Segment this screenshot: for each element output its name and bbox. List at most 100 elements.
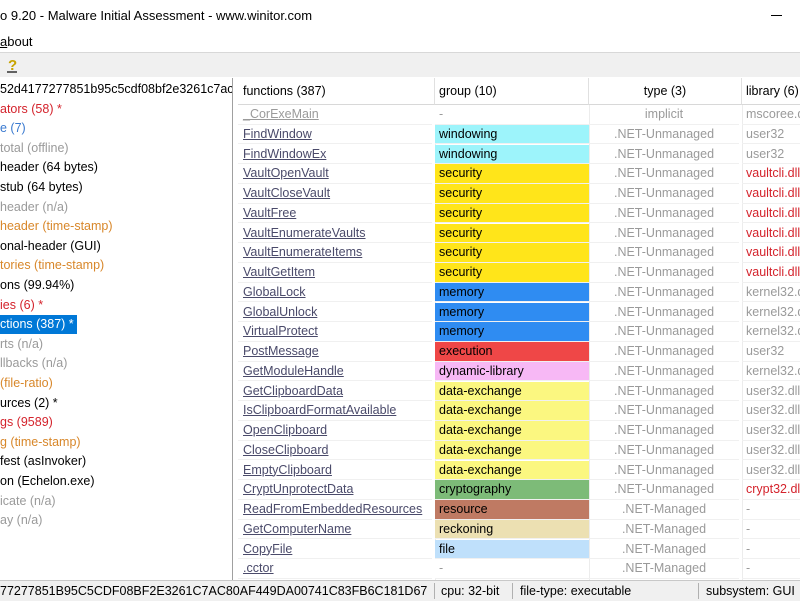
tree-item[interactable]: ctions (387) *: [0, 315, 77, 335]
tree-item[interactable]: on (Echelon.exe): [0, 472, 95, 491]
table-row[interactable]: CopyFile file .NET-Managed -: [238, 539, 800, 560]
function-cell: CopyFile: [238, 540, 432, 560]
table-row[interactable]: FindWindowEx windowing .NET-Unmanaged user3…: [238, 144, 800, 165]
tree-item[interactable]: header (64 bytes): [0, 158, 98, 177]
function-link[interactable]: VaultOpenVault: [243, 166, 329, 180]
function-link[interactable]: CloseClipboard: [243, 443, 328, 457]
tree-item[interactable]: icate (n/a): [0, 492, 56, 511]
table-row[interactable]: _CorExeMain -implicitmscoree.dll: [238, 105, 800, 125]
function-link[interactable]: OpenClipboard: [243, 423, 327, 437]
table-row[interactable]: GetModuleHandle dynamic-library .NET-Unman…: [238, 361, 800, 382]
tree-item[interactable]: llbacks (n/a): [0, 354, 67, 373]
group-cell: reckoning: [435, 519, 589, 540]
tree-item[interactable]: ons (99.94%): [0, 276, 74, 295]
tree-item[interactable]: tories (time-stamp): [0, 256, 104, 275]
function-link[interactable]: FindWindow: [243, 127, 312, 141]
status-cpu: cpu: 32-bit: [441, 584, 500, 598]
tree-item[interactable]: onal-header (GUI): [0, 237, 101, 256]
tree-item[interactable]: e (7): [0, 119, 26, 138]
group-cell: -: [435, 559, 589, 579]
table-row[interactable]: VaultOpenVault security .NET-Unmanaged vaul…: [238, 164, 800, 184]
function-link[interactable]: ReadFromEmbeddedResources: [243, 502, 422, 516]
table-row[interactable]: VaultEnumerateVaults security .NET-Unmanag…: [238, 223, 800, 244]
function-link[interactable]: FindWindowEx: [243, 147, 326, 161]
tree-item[interactable]: gs (9589): [0, 413, 53, 432]
window-title: o 9.20 - Malware Initial Assessment - ww…: [0, 8, 313, 23]
column-header-type[interactable]: type (3): [589, 78, 742, 105]
library-cell: kernel32.dll: [742, 283, 800, 303]
menu-about[interactable]: about: [0, 34, 33, 49]
type-cell: .NET-Unmanaged: [589, 204, 739, 224]
help-bulb-icon[interactable]: ?: [4, 56, 22, 74]
group-cell: dynamic-library: [435, 361, 589, 382]
table-row[interactable]: VaultFree security .NET-Unmanaged vaultcli.…: [238, 203, 800, 224]
library-cell: vaultcli.dll: [742, 164, 800, 184]
column-header-library[interactable]: library (6): [742, 78, 800, 105]
tree-item[interactable]: total (offline): [0, 139, 69, 158]
function-link[interactable]: .cctor: [243, 561, 274, 575]
function-link[interactable]: GetModuleHandle: [243, 364, 344, 378]
function-link[interactable]: EmptyClipboard: [243, 463, 332, 477]
tree-item[interactable]: ay (n/a): [0, 511, 42, 530]
group-cell: -: [435, 105, 589, 125]
function-link[interactable]: GlobalLock: [243, 285, 306, 299]
function-link[interactable]: VaultEnumerateItems: [243, 245, 362, 259]
function-link[interactable]: GetComputerName: [243, 522, 351, 536]
function-link[interactable]: VaultGetItem: [243, 265, 315, 279]
table-row[interactable]: VaultCloseVault security .NET-Unmanaged vau…: [238, 184, 800, 204]
column-header-group[interactable]: group (10): [435, 78, 589, 105]
library-cell: kernel32.dll: [742, 322, 800, 342]
function-link[interactable]: VirtualProtect: [243, 324, 318, 338]
function-link[interactable]: CopyFile: [243, 542, 292, 556]
table-row[interactable]: .cctor - .NET-Managed -: [238, 559, 800, 579]
function-link[interactable]: CryptUnprotectData: [243, 482, 353, 496]
function-link[interactable]: PostMessage: [243, 344, 319, 358]
table-row[interactable]: GlobalLock memory.NET-Unmanagedkernel32.d…: [238, 282, 800, 303]
type-cell: .NET-Managed: [589, 540, 739, 560]
function-link[interactable]: GetClipboardData: [243, 384, 343, 398]
tree-item[interactable]: rts (n/a): [0, 335, 43, 354]
function-cell: GlobalUnlock: [238, 303, 432, 323]
tree-item[interactable]: 52d4177277851b95c5cdf08bf2e3261c7ac8: [0, 80, 232, 99]
tree-item[interactable]: ators (58) *: [0, 100, 62, 119]
tree-item[interactable]: ies (6) *: [0, 296, 43, 315]
function-link[interactable]: VaultEnumerateVaults: [243, 226, 366, 240]
table-row[interactable]: VaultGetItem security .NET-Unmanaged vaultc…: [238, 263, 800, 283]
table-row[interactable]: GlobalUnlock memory .NET-Unmanaged kernel32…: [238, 302, 800, 323]
tree-item[interactable]: fest (asInvoker): [0, 452, 86, 471]
function-link[interactable]: VaultFree: [243, 206, 296, 220]
library-cell: crypt32.dll: [742, 480, 800, 500]
minimize-icon[interactable]: [768, 6, 784, 22]
type-cell: .NET-Unmanaged: [589, 401, 739, 421]
column-header-functions[interactable]: functions (387): [238, 78, 435, 105]
function-link[interactable]: IsClipboardFormatAvailable: [243, 403, 396, 417]
table-row[interactable]: PostMessage execution .NET-Unmanaged user32: [238, 342, 800, 362]
function-link[interactable]: VaultCloseVault: [243, 186, 330, 200]
tree-item[interactable]: header (time-stamp): [0, 217, 113, 236]
type-cell: .NET-Unmanaged: [589, 184, 739, 204]
table-row[interactable]: FindWindow windowing .NET-Unmanaged user32: [238, 124, 800, 145]
table-row[interactable]: GetComputerName reckoning .NET-Managed -: [238, 519, 800, 540]
table-row[interactable]: CryptUnprotectData cryptography .NET-Unman…: [238, 480, 800, 500]
function-link[interactable]: GlobalUnlock: [243, 305, 317, 319]
table-row[interactable]: ReadFromEmbeddedResources resource .NET-Ma…: [238, 500, 800, 520]
tree-item[interactable]: header (n/a): [0, 198, 68, 217]
tree-item[interactable]: (file-ratio): [0, 374, 53, 393]
tree-item[interactable]: urces (2) *: [0, 394, 58, 413]
table-row[interactable]: CloseClipboard data-exchange .NET-Unmanage…: [238, 440, 800, 461]
group-cell: security: [435, 164, 589, 184]
table-row[interactable]: VaultEnumerateItems security .NET-Unmanage…: [238, 243, 800, 263]
function-cell: VaultEnumerateItems: [238, 243, 432, 263]
tree-item[interactable]: g (time-stamp): [0, 433, 81, 452]
table-row[interactable]: GetClipboardData data-exchange .NET-Unmana…: [238, 381, 800, 402]
tree-view[interactable]: 52d4177277851b95c5cdf08bf2e3261c7ac8 ator…: [0, 78, 233, 580]
library-cell: user32.dll: [742, 382, 800, 402]
table-row[interactable]: OpenClipboard data-exchange .NET-Unmanaged…: [238, 421, 800, 441]
table-row[interactable]: IsClipboardFormatAvailable data-exchange.…: [238, 401, 800, 421]
function-cell: IsClipboardFormatAvailable: [238, 401, 432, 421]
function-link[interactable]: _CorExeMain: [243, 107, 319, 121]
table-row[interactable]: EmptyClipboard data-exchange .NET-Unmanage…: [238, 460, 800, 481]
group-cell: windowing: [435, 144, 589, 165]
table-row[interactable]: VirtualProtect memory .NET-Unmanaged kernel…: [238, 322, 800, 342]
tree-item[interactable]: stub (64 bytes): [0, 178, 83, 197]
